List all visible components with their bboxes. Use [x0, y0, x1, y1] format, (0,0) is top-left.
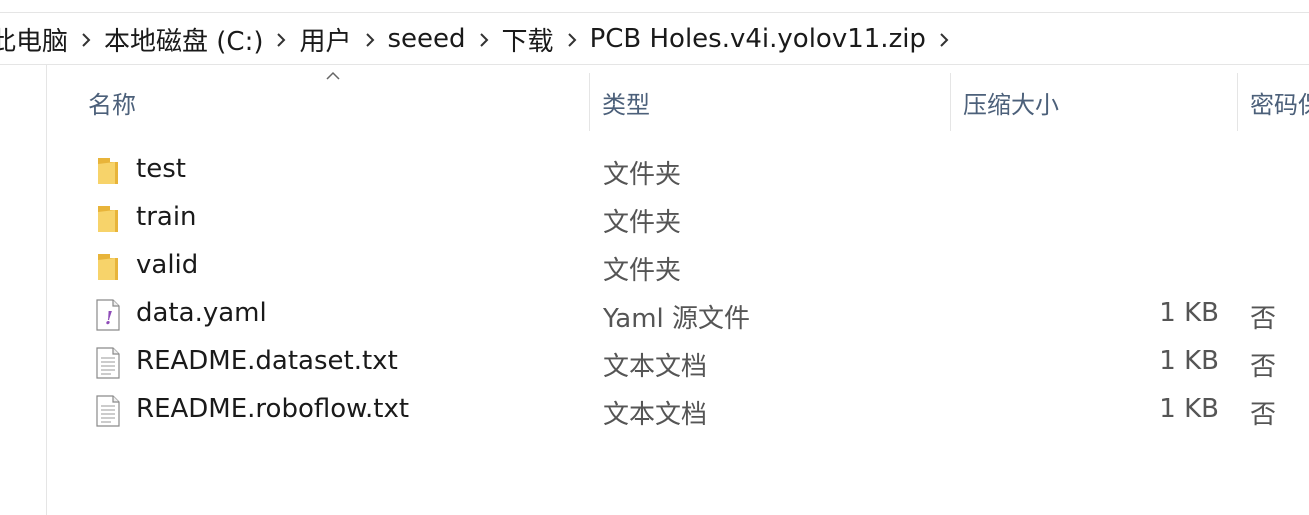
breadcrumb-label: 此电脑 [0, 26, 69, 57]
chevron-right-icon[interactable] [470, 29, 498, 50]
column-header-compressed-size[interactable]: 压缩大小 [963, 73, 1243, 131]
chevron-right-icon[interactable] [72, 29, 100, 50]
file-row[interactable]: ! data.yaml Yaml 源文件 1 KB 否 [47, 292, 1309, 340]
breadcrumb-label: seeed [387, 24, 466, 54]
window-top-edge [0, 0, 1309, 13]
folder-icon [95, 154, 121, 188]
file-row[interactable]: train 文件夹 [47, 196, 1309, 244]
chevron-right-icon[interactable] [558, 29, 586, 50]
breadcrumb-zip-archive[interactable]: PCB Holes.v4i.yolov11.zip [586, 24, 930, 54]
yaml-file-icon: ! [95, 298, 121, 332]
file-size: 1 KB [1159, 346, 1219, 376]
column-header-row: 名称 类型 压缩大小 密码保 [47, 71, 1309, 131]
folder-icon [95, 250, 121, 284]
breadcrumb-label: 用户 [299, 26, 352, 57]
file-row[interactable]: test 文件夹 [47, 148, 1309, 196]
file-size: 1 KB [1159, 394, 1219, 424]
file-type: 文件夹 [603, 208, 682, 238]
breadcrumb-user-folder[interactable]: seeed [384, 24, 470, 54]
svg-text:!: ! [105, 308, 113, 329]
file-type: 文件夹 [603, 256, 682, 286]
folder-icon [95, 202, 121, 236]
breadcrumb-label: PCB Holes.v4i.yolov11.zip [589, 24, 926, 54]
column-header-name[interactable]: 名称 [88, 73, 588, 131]
chevron-right-icon[interactable] [267, 29, 295, 50]
breadcrumb-this-pc[interactable]: 此电脑 [0, 21, 72, 58]
breadcrumb-downloads[interactable]: 下载 [498, 21, 558, 58]
file-type: 文本文档 [603, 400, 708, 430]
file-row[interactable]: valid 文件夹 [47, 244, 1309, 292]
breadcrumb-label: 本地磁盘 (C:) [104, 26, 264, 57]
file-type: 文件夹 [603, 160, 682, 190]
column-header-password[interactable]: 密码保 [1250, 73, 1309, 131]
breadcrumb-local-disk[interactable]: 本地磁盘 (C:) [100, 21, 267, 58]
file-row[interactable]: README.roboflow.txt 文本文档 1 KB 否 [47, 388, 1309, 436]
text-file-icon [95, 346, 121, 380]
column-divider[interactable] [1237, 73, 1238, 131]
file-type: Yaml 源文件 [603, 304, 751, 334]
address-bar[interactable]: 此电脑 本地磁盘 (C:) 用户 seeed 下载 PCB Holes.v4i.… [0, 14, 1309, 65]
file-type: 文本文档 [603, 352, 708, 382]
chevron-right-icon[interactable] [356, 29, 384, 50]
file-row[interactable]: README.dataset.txt 文本文档 1 KB 否 [47, 340, 1309, 388]
file-name: train [136, 202, 197, 232]
file-size: 1 KB [1159, 298, 1219, 328]
file-name: test [136, 154, 186, 184]
file-name: valid [136, 250, 199, 280]
breadcrumb-users[interactable]: 用户 [295, 21, 355, 58]
navigation-pane[interactable] [0, 64, 47, 515]
column-divider[interactable] [950, 73, 951, 131]
file-name: README.dataset.txt [136, 346, 398, 376]
file-password: 否 [1250, 304, 1277, 334]
text-file-icon [95, 394, 121, 428]
breadcrumb-label: 下载 [501, 26, 554, 57]
chevron-right-icon[interactable] [930, 29, 958, 50]
file-name: data.yaml [136, 298, 267, 328]
file-password: 否 [1250, 400, 1277, 430]
column-divider[interactable] [589, 73, 590, 131]
file-password: 否 [1250, 352, 1277, 382]
column-header-type[interactable]: 类型 [602, 73, 952, 131]
file-name: README.roboflow.txt [136, 394, 410, 424]
